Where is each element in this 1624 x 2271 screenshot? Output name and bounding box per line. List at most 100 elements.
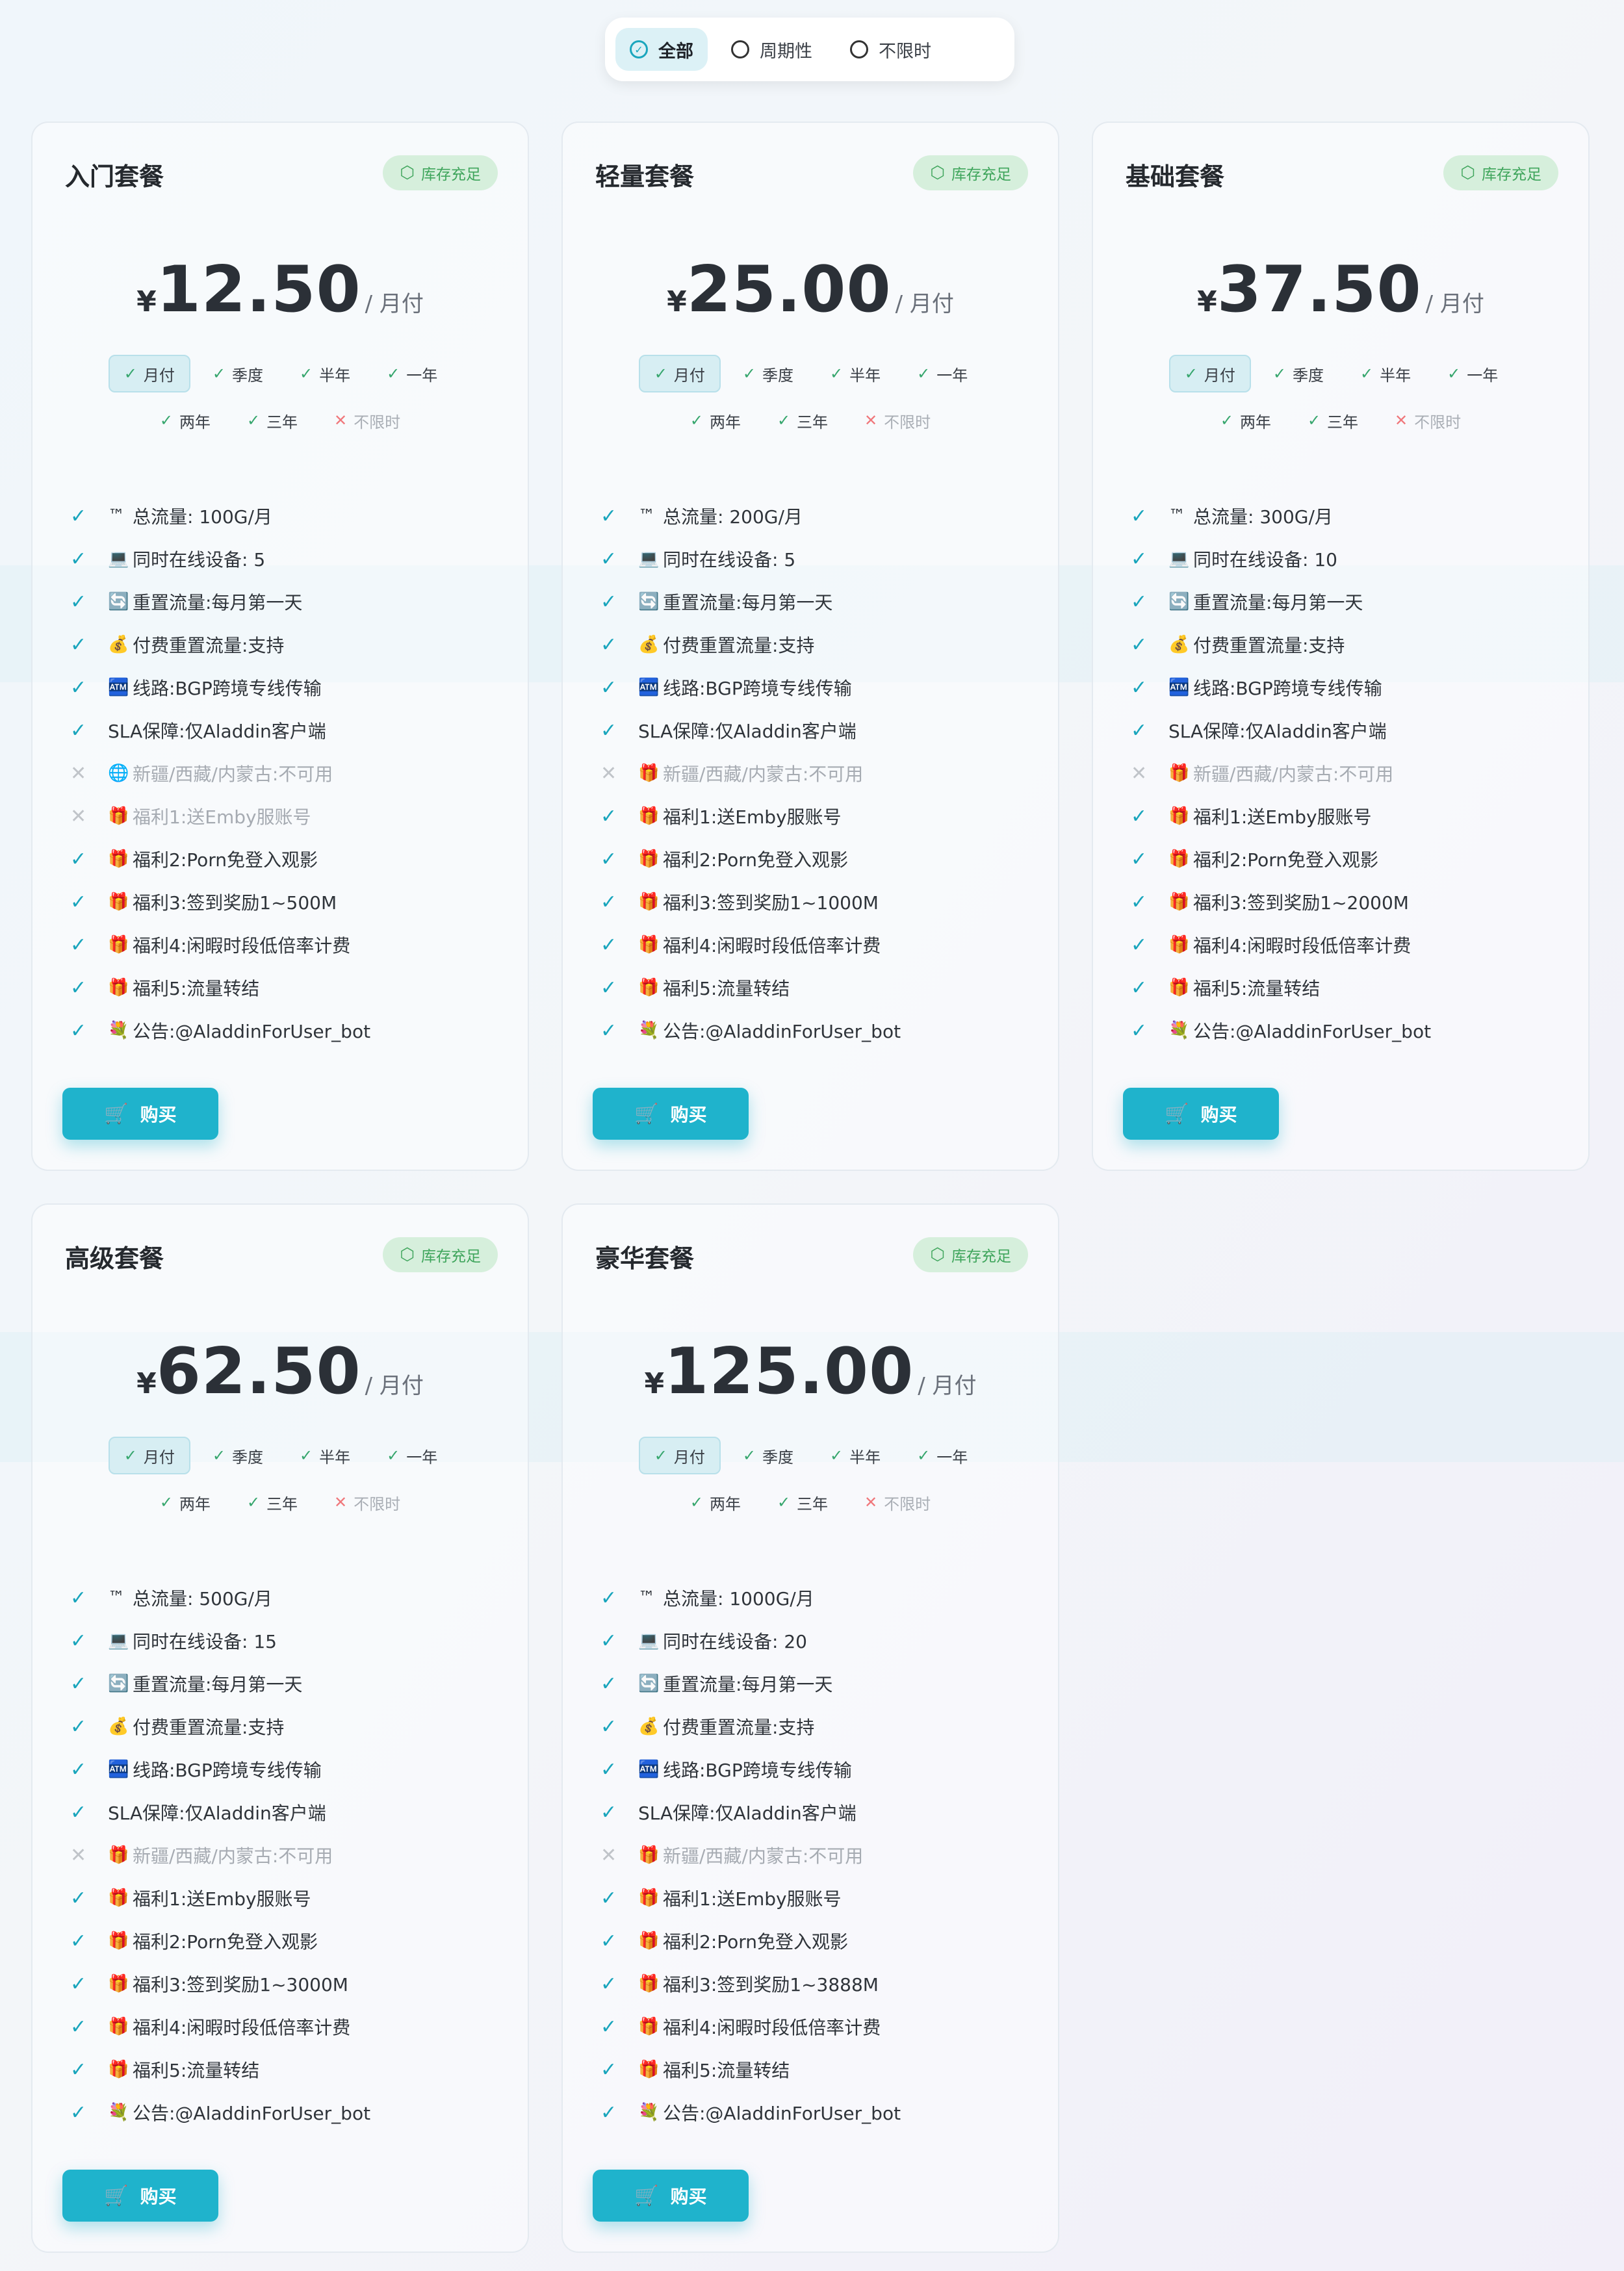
period-option[interactable]: ✓ 两年 <box>146 1483 225 1521</box>
period-row: ✓ 月付 ✓ 季度 ✓ 半年 ✓ 一年 <box>32 355 528 392</box>
period-label: 两年 <box>709 1495 741 1513</box>
period-row: ✓ 两年 ✓ 三年 ✕ 不限时 <box>563 1483 1058 1521</box>
check-icon: ✓ <box>600 1586 617 1610</box>
period-option[interactable]: ✓ 一年 <box>1433 355 1512 392</box>
period-option[interactable]: ✓ 两年 <box>676 402 755 439</box>
feature-emoji-icon: 🏧 <box>1168 678 1190 697</box>
period-option[interactable]: ✓ 三年 <box>1293 402 1373 439</box>
period-option[interactable]: ✓ 一年 <box>903 1437 982 1474</box>
feature-item: ✕ 🎁 新疆/西藏/内蒙古:不可用 <box>1131 752 1573 795</box>
feature-item: ✓ 💻 同时在线设备: 5 <box>600 537 1042 580</box>
plan-title: 轻量套餐 <box>595 162 695 191</box>
period-option[interactable]: ✓ 月付 <box>108 355 190 392</box>
buy-button[interactable]: 🛒 购买 <box>593 2170 749 2222</box>
box-icon: ⬡ <box>930 1245 945 1264</box>
check-icon: ✓ <box>1131 676 1148 699</box>
feature-text: 福利1:送Emby服账号 <box>133 1888 311 1910</box>
filter-option-all[interactable]: ✓ 全部 <box>615 28 708 71</box>
price-amount: 125.00 <box>664 1335 914 1409</box>
check-icon: ✓ <box>70 590 87 613</box>
buy-button[interactable]: 🛒 购买 <box>62 1088 218 1140</box>
period-option[interactable]: ✓ 季度 <box>198 1437 277 1474</box>
feature-item: ✓ 🔄 重置流量:每月第一天 <box>1131 580 1573 623</box>
cross-icon: ✕ <box>600 762 617 785</box>
feature-item: ✓ 💻 同时在线设备: 10 <box>1131 537 1573 580</box>
feature-item: ✓ ™ 总流量: 200G/月 <box>600 494 1042 537</box>
check-icon: ✓ <box>159 411 173 430</box>
buy-button[interactable]: 🛒 购买 <box>1123 1088 1279 1140</box>
buy-button[interactable]: 🛒 购买 <box>62 2170 218 2222</box>
feature-text: 福利3:签到奖励1~3888M <box>663 1974 879 1995</box>
period-option[interactable]: ✓ 月付 <box>638 355 721 392</box>
period-option[interactable]: ✓ 两年 <box>676 1483 755 1521</box>
price-period: / 月付 <box>895 291 954 317</box>
cart-icon: 🛒 <box>104 2184 129 2207</box>
period-option[interactable]: ✓ 半年 <box>816 1437 895 1474</box>
currency-symbol: ¥ <box>667 285 687 318</box>
feature-emoji-icon: 🎁 <box>1168 849 1190 869</box>
price: ¥62.50/ 月付 <box>32 1335 528 1409</box>
feature-item: ✓ 🎁 福利3:签到奖励1~2000M <box>1131 880 1573 923</box>
period-option[interactable]: ✓ 三年 <box>233 1483 312 1521</box>
stock-badge: ⬡ 库存充足 <box>913 1237 1028 1272</box>
check-icon: ✓ <box>1184 365 1198 383</box>
period-option[interactable]: ✓ 季度 <box>1259 355 1338 392</box>
feature-item: ✕ 🌐 新疆/西藏/内蒙古:不可用 <box>70 752 512 795</box>
feature-item: ✓ 🎁 福利5:流量转结 <box>600 966 1042 1009</box>
period-option[interactable]: ✓ 半年 <box>816 355 895 392</box>
period-option[interactable]: ✓ 三年 <box>763 402 842 439</box>
feature-text: 公告:@AladdinForUser_bot <box>663 1021 901 1042</box>
period-option[interactable]: ✓ 半年 <box>285 355 365 392</box>
plan-title: 豪华套餐 <box>595 1244 695 1273</box>
period-label: 三年 <box>797 1495 829 1513</box>
feature-emoji-icon: 🎁 <box>108 806 129 826</box>
feature-text: 福利4:闲暇时段低倍率计费 <box>1193 935 1411 956</box>
period-option[interactable]: ✓ 一年 <box>903 355 982 392</box>
plan-title: 入门套餐 <box>65 162 164 191</box>
feature-emoji-icon: 💰 <box>108 635 129 654</box>
period-option[interactable]: ✓ 三年 <box>763 1483 842 1521</box>
check-icon: ✓ <box>300 365 313 383</box>
check-icon: ✓ <box>600 547 617 571</box>
period-option[interactable]: ✓ 月付 <box>1168 355 1251 392</box>
feature-text: 公告:@AladdinForUser_bot <box>133 1021 371 1042</box>
check-icon: ✓ <box>70 2015 87 2038</box>
period-label: 季度 <box>1293 366 1324 385</box>
period-option[interactable]: ✓ 半年 <box>1346 355 1425 392</box>
check-icon: ✓ <box>600 2101 617 2124</box>
period-option[interactable]: ✓ 两年 <box>146 402 225 439</box>
plan-card: 基础套餐 ⬡ 库存充足 ¥37.50/ 月付 ✓ 月付 ✓ 季度 ✓ 半年 ✓ 一年 ✓ 两年 ✓ 三年 ✕ 不限… <box>1092 122 1590 1171</box>
period-label: 三年 <box>266 1495 298 1513</box>
check-icon: ✓ <box>1447 365 1461 383</box>
filter-option-unlimited[interactable]: 不限时 <box>836 28 946 71</box>
buy-button[interactable]: 🛒 购买 <box>593 1088 749 1140</box>
period-option[interactable]: ✓ 三年 <box>233 402 312 439</box>
currency-symbol: ¥ <box>136 1367 157 1400</box>
period-option[interactable]: ✓ 月付 <box>638 1437 721 1474</box>
box-icon: ⬡ <box>400 163 415 183</box>
period-option[interactable]: ✓ 季度 <box>728 1437 808 1474</box>
period-option[interactable]: ✓ 一年 <box>372 1437 452 1474</box>
period-option[interactable]: ✓ 半年 <box>285 1437 365 1474</box>
feature-text: 公告:@AladdinForUser_bot <box>1193 1021 1432 1042</box>
feature-emoji-icon: 🎁 <box>108 978 129 997</box>
feature-emoji-icon: 🔄 <box>638 592 660 611</box>
feature-emoji-icon: 🏧 <box>638 678 660 697</box>
period-option[interactable]: ✓ 月付 <box>108 1437 190 1474</box>
period-option[interactable]: ✓ 季度 <box>198 355 277 392</box>
check-icon: ✓ <box>600 1672 617 1695</box>
billing-periods: ✓ 月付 ✓ 季度 ✓ 半年 ✓ 一年 ✓ 两年 ✓ 三年 ✕ 不限时 <box>32 1437 528 1530</box>
period-option[interactable]: ✓ 一年 <box>372 355 452 392</box>
period-option[interactable]: ✓ 季度 <box>728 355 808 392</box>
feature-emoji-icon: 🎁 <box>108 935 129 955</box>
feature-item: ✓ 💐 公告:@AladdinForUser_bot <box>70 2091 512 2134</box>
period-label: 不限时 <box>1414 413 1462 431</box>
check-icon: ✓ <box>600 1758 617 1781</box>
feature-item: ✓ 🎁 福利1:送Emby服账号 <box>1131 795 1573 838</box>
price: ¥25.00/ 月付 <box>563 253 1058 327</box>
feature-emoji-icon: 💐 <box>638 2103 660 2122</box>
check-icon: ✓ <box>1131 590 1148 613</box>
filter-option-periodic[interactable]: 周期性 <box>717 28 827 71</box>
period-option[interactable]: ✓ 两年 <box>1206 402 1285 439</box>
feature-text: 福利5:流量转结 <box>663 2060 790 2081</box>
